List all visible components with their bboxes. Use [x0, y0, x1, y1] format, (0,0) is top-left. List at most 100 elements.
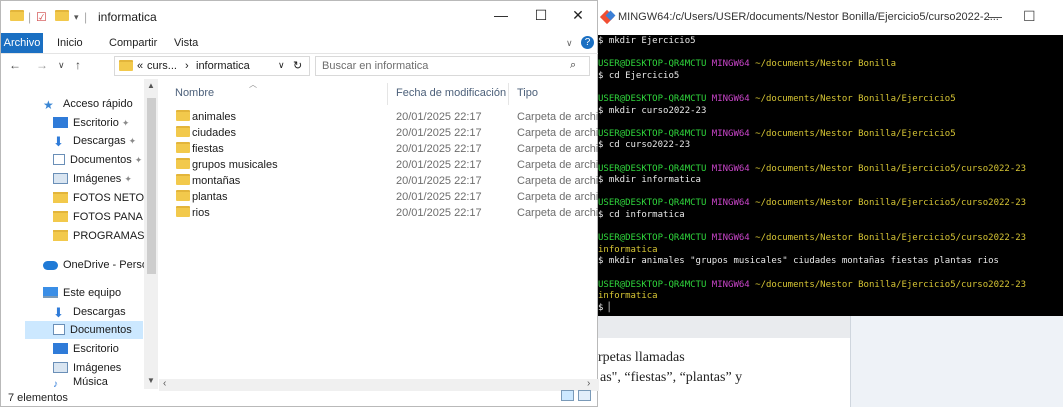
terminal-command-line: $ cd curso2022-23 [598, 140, 691, 151]
address-overflow[interactable]: « [137, 60, 143, 72]
explorer-titlebar[interactable]: | ☑ ▾ | informatica — ☐ ✕ [1, 1, 599, 33]
terminal-minimize-button[interactable]: — [988, 8, 1002, 24]
nav-pc-documentos[interactable]: Documentos [25, 321, 143, 339]
file-row[interactable]: grupos musicales 20/01/2025 22:17 Carpet… [159, 158, 615, 174]
scroll-up-icon[interactable]: ▲ [147, 81, 155, 90]
sort-chevron-icon: ︿ [249, 80, 257, 89]
up-arrow-icon[interactable]: ↑ [75, 58, 81, 72]
tab-compartir[interactable]: Compartir [109, 37, 157, 49]
address-folder-icon [119, 60, 133, 74]
nav-programas[interactable]: PROGRAMAS [53, 227, 145, 245]
address-bar[interactable]: « curs... › informatica ∨ ↻ [114, 56, 310, 76]
terminal-prompt-continuation: informatica [598, 291, 658, 302]
terminal-command-line: $ cd Ejercicio5 [598, 70, 680, 81]
search-icon[interactable]: ⌕ [570, 59, 576, 72]
maximize-button[interactable]: ☐ [526, 7, 556, 24]
file-row[interactable]: rios 20/01/2025 22:17 Carpeta de archivo… [159, 206, 615, 222]
file-name: animales [192, 111, 237, 123]
details-view-icon[interactable] [561, 390, 574, 401]
search-placeholder: Buscar en informatica [322, 60, 429, 72]
tab-vista[interactable]: Vista [174, 37, 198, 49]
nav-fotos-neto[interactable]: FOTOS NETO [53, 189, 144, 207]
nav-onedrive[interactable]: OneDrive - Persor [43, 256, 152, 274]
file-row[interactable]: plantas 20/01/2025 22:17 Carpeta de arch… [159, 190, 615, 206]
nav-pc-escritorio[interactable]: Escritorio [53, 340, 119, 358]
terminal-maximize-button[interactable]: ☐ [1023, 8, 1036, 25]
breadcrumb-separator: › [185, 60, 189, 72]
expand-ribbon-icon[interactable]: ∨ [566, 38, 573, 49]
nav-pc-musica[interactable]: ♪ Música [53, 377, 108, 389]
file-row[interactable]: animales 20/01/2025 22:17 Carpeta de arc… [159, 110, 615, 126]
new-folder-icon[interactable] [55, 10, 69, 24]
nav-pc-imagenes[interactable]: Imágenes [53, 359, 121, 377]
status-bar: 7 elementos [1, 391, 599, 407]
nav-imagenes[interactable]: Imágenes ✦ [53, 170, 132, 188]
recent-locations-chevron-icon[interactable]: ∨ [58, 60, 65, 71]
column-nombre[interactable]: Nombre [175, 87, 214, 99]
document-right-margin [850, 316, 1063, 407]
navigation-pane: ★ Acceso rápido Escritorio ✦ ⬇ Descargas ✦ D… [1, 79, 159, 389]
address-dropdown-icon[interactable]: ∨ [278, 60, 285, 71]
onedrive-icon [43, 261, 58, 270]
terminal-command-line: $ mkdir Ejercicio5 [598, 36, 696, 46]
nav-scrollbar-thumb[interactable] [147, 98, 156, 274]
breadcrumb-informatica[interactable]: informatica [196, 60, 250, 72]
large-icons-view-icon[interactable] [578, 390, 591, 401]
nav-acceso-rapido[interactable]: ★ Acceso rápido [43, 95, 133, 113]
file-row[interactable]: ciudades 20/01/2025 22:17 Carpeta de arc… [159, 126, 615, 142]
refresh-icon[interactable]: ↻ [293, 59, 302, 72]
prompt-shell: MINGW64 [706, 128, 750, 139]
file-name: plantas [192, 191, 228, 203]
column-tipo[interactable]: Tipo [517, 87, 538, 99]
terminal-titlebar[interactable]: MINGW64:/c/Users/USER/documents/Nestor B… [598, 0, 1063, 35]
prompt-path: ~/documents/Nestor Bonilla [749, 59, 897, 70]
customize-toolbar-icon[interactable]: ▾ [74, 12, 79, 23]
minimize-button[interactable]: — [486, 7, 516, 23]
scroll-left-icon[interactable]: ‹ [163, 378, 166, 389]
breadcrumb-curso[interactable]: curs... [147, 60, 177, 72]
desktop-icon [53, 117, 68, 128]
folder-icon [176, 158, 190, 172]
prompt-user: USER@DESKTOP-QR4MCTU [598, 59, 707, 70]
properties-check-icon[interactable]: ☑ [36, 10, 47, 24]
prompt-user: USER@DESKTOP-QR4MCTU [598, 233, 707, 244]
nav-este-equipo[interactable]: Este equipo [43, 284, 121, 302]
prompt-user: USER@DESKTOP-QR4MCTU [598, 94, 707, 104]
file-row[interactable]: montañas 20/01/2025 22:17 Carpeta de arc… [159, 174, 615, 190]
file-date: 20/01/2025 22:17 [396, 207, 482, 219]
prompt-path: ~/documents/Nestor Bonilla/Ejercicio5 [749, 94, 956, 104]
tab-archivo[interactable]: Archivo [1, 33, 43, 53]
nav-documentos[interactable]: Documentos ✦ [53, 151, 142, 169]
file-row[interactable]: fiestas 20/01/2025 22:17 Carpeta de arch… [159, 142, 615, 158]
nav-descargas[interactable]: ⬇ Descargas ✦ [53, 132, 136, 150]
terminal-title: MINGW64:/c/Users/USER/documents/Nestor B… [618, 11, 999, 23]
terminal-window[interactable]: MINGW64:/c/Users/USER/documents/Nestor B… [598, 0, 1063, 316]
file-date: 20/01/2025 22:17 [396, 127, 482, 139]
help-icon[interactable]: ? [581, 36, 594, 49]
nav-pc-descargas[interactable]: ⬇ Descargas [53, 303, 126, 321]
scroll-down-icon[interactable]: ▼ [147, 376, 155, 385]
prompt-shell: MINGW64 [706, 233, 750, 244]
column-fecha[interactable]: Fecha de modificación [396, 87, 506, 99]
folder-icon [53, 230, 68, 241]
document-page: rpetas llamadas as", “fiestas”, “plantas… [580, 338, 850, 407]
terminal-command-line: $ cd informatica [598, 210, 685, 220]
prompt-shell: MINGW64 [706, 59, 750, 70]
prompt-user: USER@DESKTOP-QR4MCTU [598, 279, 707, 290]
documents-icon [53, 324, 65, 335]
scroll-right-icon[interactable]: › [587, 378, 590, 389]
close-button[interactable]: ✕ [563, 7, 593, 24]
search-input[interactable]: Buscar en informatica ⌕ [315, 56, 590, 76]
horizontal-scrollbar[interactable]: ‹ › [159, 378, 599, 391]
tab-inicio[interactable]: Inicio [57, 37, 83, 49]
nav-fotos-pana[interactable]: FOTOS PANA [53, 208, 143, 226]
nav-escritorio[interactable]: Escritorio ✦ [53, 114, 129, 132]
back-arrow-icon[interactable]: ← [9, 58, 21, 72]
item-count: 7 elementos [8, 392, 68, 404]
forward-arrow-icon[interactable]: → [36, 58, 48, 72]
